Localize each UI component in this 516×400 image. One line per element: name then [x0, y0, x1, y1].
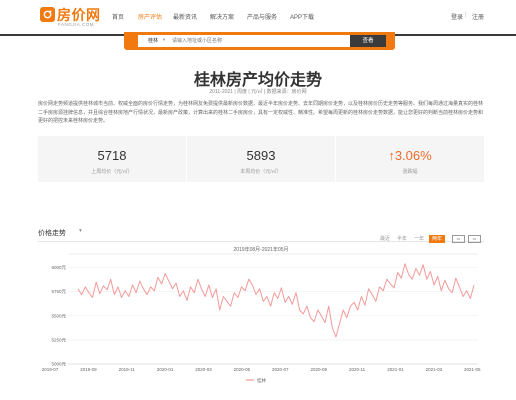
nav-solutions[interactable]: 解决方案 [210, 12, 234, 21]
nav-app-download[interactable]: APP下载 [290, 12, 314, 21]
x-tick-label: 2019-11 [119, 367, 136, 372]
x-tick-label: 2020-01 [157, 367, 174, 372]
legend-label: 桂林 [257, 377, 266, 384]
login-link[interactable]: 登录 [451, 12, 463, 21]
series-line [77, 263, 475, 338]
range-half-year[interactable]: 半年 [396, 235, 408, 243]
chart-title: 2019年08月-2021年05月 [233, 246, 288, 253]
range-one-year[interactable]: 一年 [413, 235, 425, 243]
price-change-label: 涨跌幅 [402, 169, 418, 175]
y-tick-label: 6000元 [51, 265, 66, 271]
x-tick-label: 2020-09 [310, 367, 327, 372]
y-tick-label: 5250元 [51, 337, 66, 343]
x-tick-label: 2019-09 [80, 367, 97, 372]
x-tick-label: 2019-07 [42, 367, 59, 372]
city-select[interactable]: 桂林 [148, 37, 158, 44]
x-tick-label: 2021-01 [387, 367, 404, 372]
stat-card-this-week: 5893 本周均价（元/㎡） [187, 136, 335, 182]
nav-home[interactable]: 首页 [112, 12, 124, 21]
x-tick-label: 2020-03 [195, 367, 212, 372]
top-nav-bar: 房价网 FANGJIA.COM 首页 房产评估 最新资讯 解决方案 产品与服务 … [0, 0, 516, 36]
nav-news[interactable]: 最新资讯 [173, 12, 197, 21]
page-description: 房价网走势频道提供桂林城市当前、权威全面的房价行情走势，为桂林网友免费提供最新房… [38, 101, 484, 124]
house-logo-icon[interactable] [40, 7, 55, 22]
this-week-label: 本周均价（元/㎡） [240, 169, 282, 175]
chevron-down-icon[interactable]: ▼ [78, 228, 83, 234]
chart-download-icon[interactable]: ▭ [468, 235, 481, 243]
page-subtitle: 2011-2021 | 周度 | 元/㎡ | 数据来源：房价网 [209, 89, 307, 95]
logo-subtext: FANGJIA.COM [58, 22, 95, 27]
range-two-year[interactable]: 两年 [429, 235, 445, 243]
stat-card-change: ↑3.06% 涨跌幅 [336, 136, 484, 182]
trend-title[interactable]: 价格走势 [38, 228, 66, 238]
chart-view-icon[interactable]: ▭ [452, 235, 465, 243]
x-tick-label: 2020-11 [349, 367, 366, 372]
x-tick-label: 2021-03 [426, 367, 443, 372]
range-recent[interactable]: 最近 [379, 235, 391, 243]
stat-card-last-week: 5718 上周均价（元/㎡） [38, 136, 186, 182]
auth-separator: | [465, 12, 467, 18]
price-trend-chart: 2019年08月-2021年05月 5000元 5250元 5500元 5750元 60… [38, 244, 484, 392]
last-week-label: 上周均价（元/㎡） [91, 169, 133, 175]
chevron-down-icon[interactable]: ▼ [162, 37, 166, 42]
nav-valuation[interactable]: 房产评估 [138, 12, 162, 21]
search-button[interactable]: 查看 [350, 35, 386, 47]
y-tick-label: 5500元 [51, 313, 66, 319]
x-tick-label: 2021-05 [464, 367, 481, 372]
nav-products[interactable]: 产品与服务 [247, 12, 277, 21]
search-input[interactable] [172, 35, 342, 47]
chart-svg: 2019年08月-2021年05月 5000元5250元5500元5750元60… [42, 246, 481, 384]
this-week-price: 5893 [246, 148, 276, 163]
register-link[interactable]: 注册 [472, 12, 484, 21]
last-week-price: 5718 [97, 148, 127, 163]
x-tick-label: 2020-07 [272, 367, 289, 372]
price-change-value: ↑3.06% [388, 148, 432, 163]
page-title: 桂林房产均价走势 [193, 72, 322, 89]
y-tick-label: 5750元 [51, 289, 66, 295]
x-tick-label: 2020-05 [234, 367, 251, 372]
